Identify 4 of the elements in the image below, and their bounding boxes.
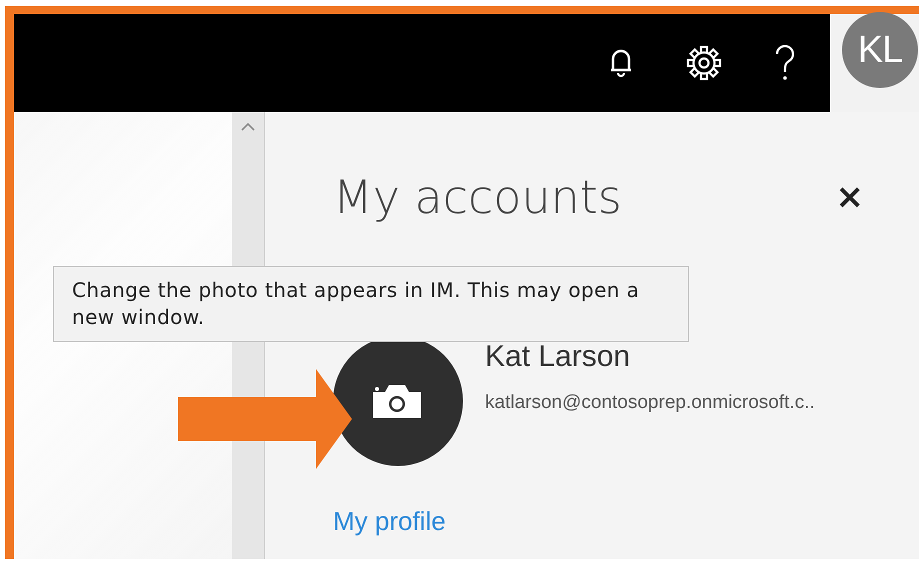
tooltip: Change the photo that appears in IM. This may open a new window. <box>53 266 689 342</box>
user-name: Kat Larson <box>485 340 632 374</box>
user-email: katlarson@contosoprep.onmicrosoft.c.. <box>485 392 815 414</box>
panel-title: My accounts <box>333 170 622 224</box>
